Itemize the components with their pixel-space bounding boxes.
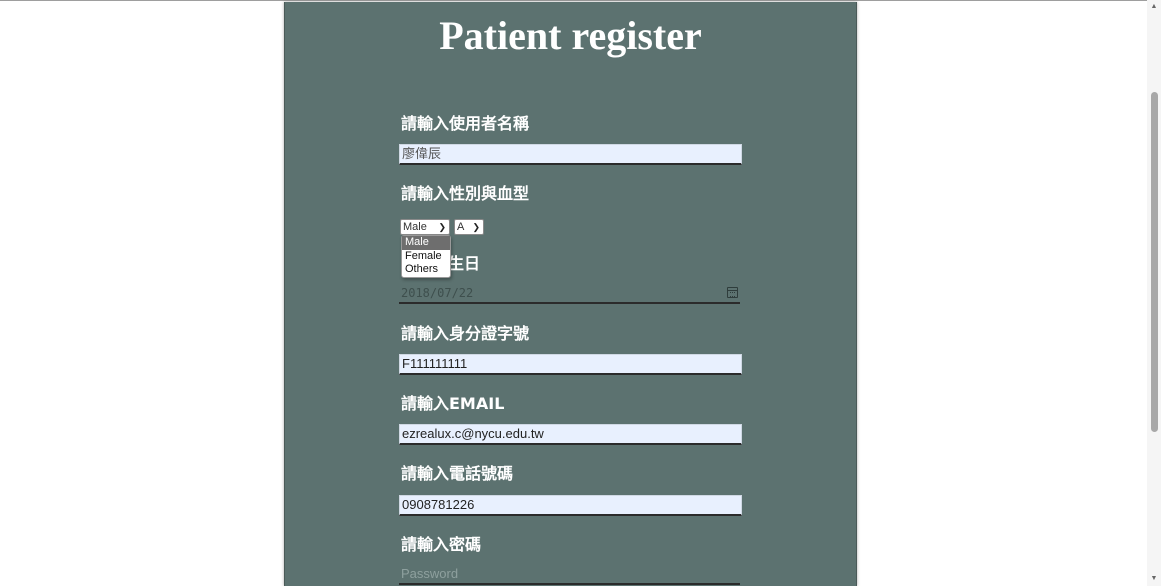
phone-label: 請輸入電話號碼 [401,464,514,483]
id-number-label: 請輸入身分證字號 [401,324,530,343]
gender-option-female[interactable]: Female [402,250,450,264]
gender-dropdown-list[interactable]: Male Female Others [401,235,451,278]
birthday-label: 生日 [448,254,481,273]
email-label: 請輸入EMAIL [401,394,505,413]
birthday-date-input[interactable]: 2018/07/22 [399,284,740,304]
gender-option-male[interactable]: Male [402,236,450,250]
scrollbar-thumb[interactable] [1151,92,1158,432]
gender-blood-label: 請輸入性別與血型 [401,184,530,203]
chevron-down-icon: ❯ [472,222,480,232]
scroll-up-icon[interactable]: ▲ [1150,3,1158,10]
password-label: 請輸入密碼 [401,535,482,554]
username-label: 請輸入使用者名稱 [401,114,530,133]
register-panel: Patient register 請輸入使用者名稱 廖偉辰 請輸入性別與血型 M… [284,2,857,586]
password-field[interactable]: Password [399,565,740,585]
blood-type-select-value: A [457,221,465,233]
username-field[interactable]: 廖偉辰 [399,144,742,165]
gender-select[interactable]: Male ❯ [400,219,450,235]
page-title: Patient register [439,13,702,58]
phone-field[interactable]: 0908781226 [399,495,742,516]
blood-type-select[interactable]: A ❯ [454,219,484,235]
email-field[interactable]: ezrealux.c@nycu.edu.tw [399,424,742,445]
scroll-down-icon[interactable]: ▼ [1150,575,1158,582]
gender-option-others[interactable]: Others [402,263,450,277]
page-scrollbar[interactable]: ▲ ▼ [1147,0,1161,586]
birthday-value: 2018/07/22 [401,286,474,300]
window-top-border [0,0,1161,1]
chevron-down-icon: ❯ [438,222,446,232]
id-number-field[interactable]: F111111111 [399,354,742,375]
calendar-icon[interactable] [727,287,738,298]
gender-select-value: Male [403,221,427,233]
